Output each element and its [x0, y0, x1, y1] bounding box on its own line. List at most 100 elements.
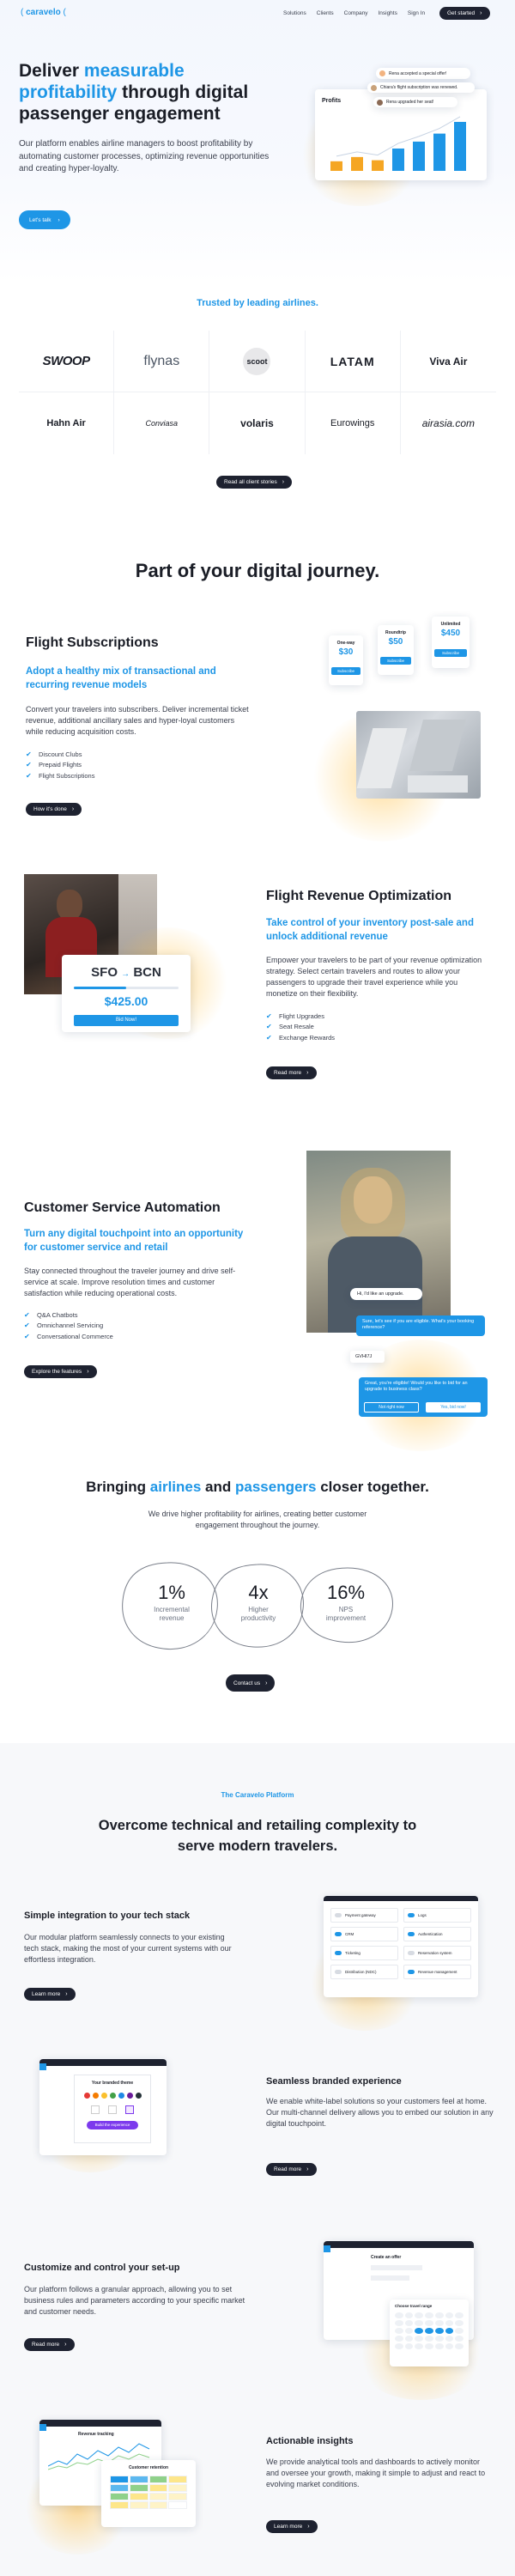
integration-item[interactable]: CRM	[330, 1927, 398, 1941]
contact-us-button[interactable]: Contact us ›	[226, 1674, 276, 1692]
window-icon	[39, 2063, 46, 2070]
calendar-day[interactable]	[445, 2343, 454, 2349]
integration-item[interactable]: Ticketing	[330, 1946, 398, 1960]
color-swatch[interactable]	[126, 2093, 133, 2099]
calendar-day[interactable]	[434, 2312, 444, 2318]
build-experience-button[interactable]: Build the experience	[87, 2121, 138, 2129]
calendar-day[interactable]	[404, 2312, 414, 2318]
color-swatch[interactable]	[118, 2093, 124, 2099]
nav-clients[interactable]: Clients	[317, 10, 334, 16]
calendar-day[interactable]	[395, 2312, 403, 2318]
calendar-day[interactable]	[425, 2328, 433, 2334]
color-swatch[interactable]	[135, 2093, 142, 2099]
calendar-day[interactable]	[395, 2320, 403, 2326]
setup-read-more-button[interactable]: Read more ›	[24, 2338, 75, 2351]
subscribe-button[interactable]: Subscribe	[331, 667, 360, 675]
chevron-right-icon: ›	[282, 479, 285, 485]
how-its-done-button[interactable]: How it's done ›	[26, 803, 82, 816]
option-box-selected[interactable]	[125, 2105, 134, 2114]
integration-item[interactable]: Distribution (NDC)	[330, 1965, 398, 1979]
revenue-read-more-button[interactable]: Read more ›	[266, 1066, 317, 1079]
integration-item[interactable]: Revenue management	[403, 1965, 471, 1979]
insights-learn-more-button[interactable]: Learn more ›	[266, 2520, 318, 2533]
chat-bot-offer: Great, you're eligible! Would you like t…	[359, 1377, 488, 1417]
color-swatch[interactable]	[109, 2093, 116, 2099]
integration-item[interactable]: Authentication	[403, 1927, 471, 1941]
calendar-day[interactable]	[404, 2328, 414, 2334]
nav-solutions[interactable]: Solutions	[283, 10, 306, 16]
client-logo-grid: SWOOP flynas scoot LATAM Viva Air Hahn A…	[19, 331, 496, 454]
subscribe-button[interactable]: Subscribe	[434, 649, 467, 657]
calendar-day[interactable]	[425, 2312, 433, 2318]
plan-price: $50	[388, 637, 403, 647]
calendar-day[interactable]	[404, 2336, 414, 2342]
calendar-day[interactable]	[434, 2336, 444, 2342]
color-swatch[interactable]	[83, 2093, 90, 2099]
profit-bar	[330, 161, 342, 171]
calendar-day[interactable]	[425, 2320, 433, 2326]
calendar-day[interactable]	[415, 2312, 424, 2318]
calendar-day[interactable]	[445, 2328, 454, 2334]
check-icon: ✔	[266, 1023, 272, 1031]
heatmap-cell	[168, 2493, 187, 2500]
notification-text: Rena upgraded her seat!	[386, 100, 434, 105]
color-swatch[interactable]	[92, 2093, 99, 2099]
list-item: ✔ Q&A Chatbots	[24, 1310, 78, 1319]
calendar-day[interactable]	[404, 2320, 414, 2326]
calendar-day[interactable]	[404, 2343, 414, 2349]
calendar-day[interactable]	[455, 2336, 464, 2342]
nav-insights[interactable]: Insights	[378, 10, 397, 16]
calendar-day[interactable]	[445, 2336, 454, 2342]
explore-features-label: Explore the features	[32, 1369, 82, 1375]
calendar-day[interactable]	[434, 2343, 444, 2349]
lets-talk-button[interactable]: Let's talk ›	[19, 210, 70, 229]
nav-company[interactable]: Company	[344, 10, 368, 16]
service-feature-list: ✔ Q&A Chatbots ✔ Omnichannel Servicing ✔ Co…	[24, 1309, 113, 1342]
calendar-day[interactable]	[415, 2336, 424, 2342]
calendar-day[interactable]	[415, 2328, 424, 2334]
calendar-day[interactable]	[455, 2328, 464, 2334]
form-field[interactable]	[371, 2275, 409, 2281]
calendar-day[interactable]	[395, 2328, 403, 2334]
subscribe-button[interactable]: Subscribe	[380, 657, 411, 665]
bid-price: $425.00	[104, 994, 148, 1008]
calendar-day[interactable]	[445, 2312, 454, 2318]
city-map-image	[356, 711, 481, 799]
integration-item[interactable]: Reservation system	[403, 1946, 471, 1960]
calendar-day[interactable]	[445, 2320, 454, 2326]
option-box[interactable]	[91, 2105, 100, 2114]
toggle-icon	[408, 1932, 415, 1936]
calendar-day[interactable]	[415, 2343, 424, 2349]
explore-features-button[interactable]: Explore the features ›	[24, 1365, 97, 1378]
plan-card-one-way: One-way $30 Subscribe	[329, 635, 363, 685]
logo[interactable]: ( caravelo (	[21, 8, 66, 17]
calendar-day[interactable]	[455, 2312, 464, 2318]
read-client-stories-label: Read all client stories	[224, 479, 277, 485]
calendar-day[interactable]	[434, 2328, 444, 2334]
calendar-day[interactable]	[395, 2336, 403, 2342]
calendar-day[interactable]	[425, 2336, 433, 2342]
toggle-icon	[335, 1932, 342, 1936]
calendar-day[interactable]	[434, 2320, 444, 2326]
form-field[interactable]	[371, 2265, 422, 2270]
option-box[interactable]	[108, 2105, 117, 2114]
nav-sign-in[interactable]: Sign In	[408, 10, 425, 16]
integration-item[interactable]: Payment gateway	[330, 1908, 398, 1923]
bid-slider-track[interactable]	[74, 987, 179, 989]
get-started-button[interactable]: Get started ›	[439, 7, 490, 20]
integration-item[interactable]: Logs	[403, 1908, 471, 1923]
logo-hahn-air: Hahn Air	[19, 392, 115, 454]
theme-options	[75, 2105, 150, 2114]
integration-learn-more-button[interactable]: Learn more ›	[24, 1988, 76, 2001]
branding-read-more-button[interactable]: Read more ›	[266, 2163, 317, 2176]
decline-option-button[interactable]: Not right now	[364, 1402, 419, 1413]
calendar-day[interactable]	[455, 2320, 464, 2326]
color-swatch[interactable]	[100, 2093, 107, 2099]
read-client-stories-button[interactable]: Read all client stories ›	[216, 476, 293, 489]
calendar-day[interactable]	[455, 2343, 464, 2349]
calendar-day[interactable]	[425, 2343, 433, 2349]
accept-option-button[interactable]: Yes, bid now!	[426, 1402, 481, 1413]
calendar-day[interactable]	[395, 2343, 403, 2349]
bid-now-button[interactable]: Bid Now!	[74, 1015, 179, 1026]
calendar-day[interactable]	[415, 2320, 424, 2326]
